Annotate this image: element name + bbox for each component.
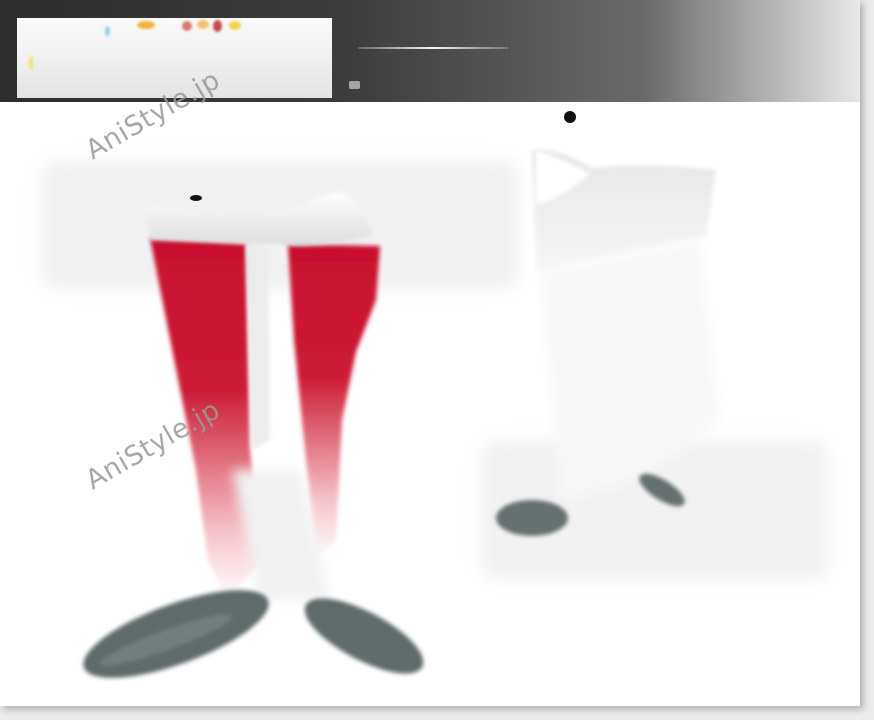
hang-tag-dot [190,195,202,201]
image-frame: AniStyle.jp AniStyle.jp [0,0,860,706]
white-sock-pair [496,149,720,536]
product-photo [83,111,720,678]
hang-tag-dot [564,111,576,123]
sole-right [304,598,424,674]
white-sock-toe-left [496,500,568,536]
sock-cuff [146,192,372,246]
white-sock-toe-right [639,473,685,507]
